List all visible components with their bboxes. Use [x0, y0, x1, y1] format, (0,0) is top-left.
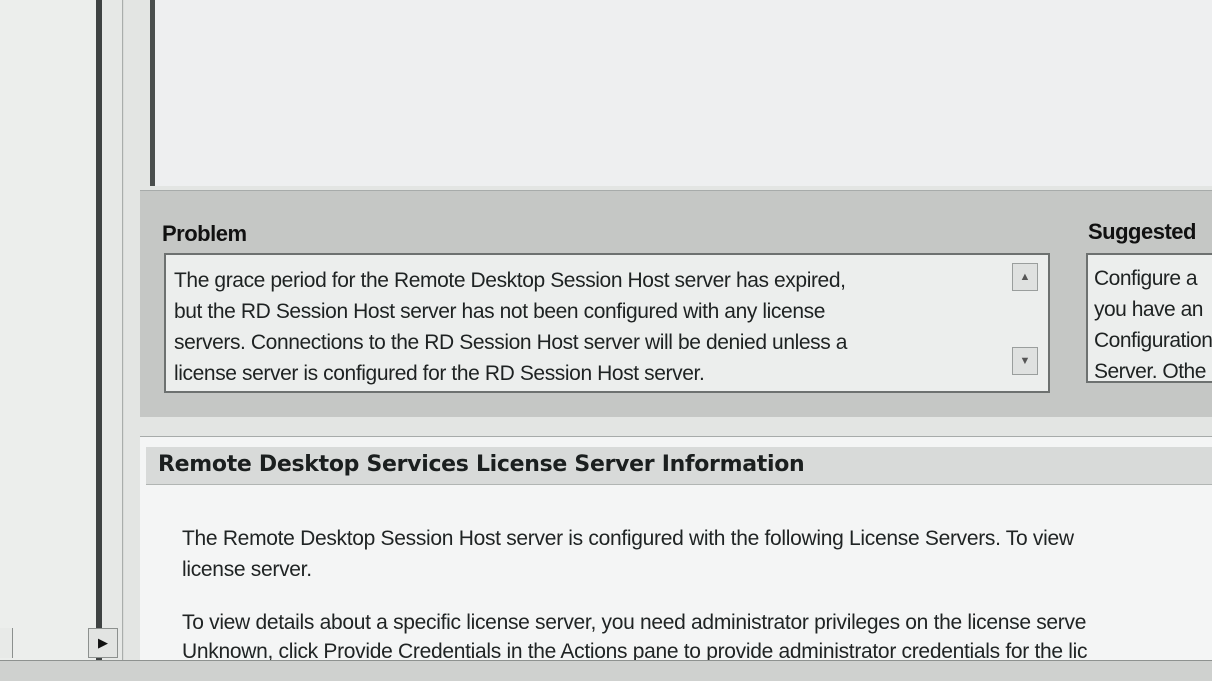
license-server-info-title: Remote Desktop Services License Server I…: [146, 447, 1212, 485]
problem-line: The grace period for the Remote Desktop …: [174, 269, 846, 292]
problem-line: servers. Connections to the RD Session H…: [174, 331, 848, 354]
problem-area: Problem The grace period for the Remote …: [140, 190, 1212, 417]
details-list-panel: [150, 0, 1212, 186]
problem-heading: Problem: [162, 221, 247, 246]
status-strip: [0, 660, 1212, 681]
suggested-line: Configure a: [1094, 267, 1198, 290]
scroll-right-button[interactable]: ▶: [88, 628, 118, 658]
suggested-line: Configuration: [1094, 329, 1212, 352]
scroll-down-arrow-icon: ▼: [1019, 355, 1031, 367]
license-server-info-section: Remote Desktop Services License Server I…: [140, 436, 1212, 663]
suggested-line: you have an: [1094, 298, 1203, 321]
horizontal-scrollbar-track[interactable]: [0, 628, 13, 658]
suggested-action-heading: Suggested: [1088, 219, 1196, 244]
problem-line: license server is configured for the RD …: [174, 362, 705, 385]
info-paragraph-line: The Remote Desktop Session Host server i…: [182, 527, 1074, 550]
scroll-down-button[interactable]: ▼: [1012, 347, 1038, 375]
navigation-pane: [0, 0, 97, 662]
pane-border: [102, 0, 123, 662]
problem-textbox[interactable]: The grace period for the Remote Desktop …: [164, 253, 1050, 393]
scroll-up-arrow-icon: ▲: [1019, 271, 1031, 283]
scroll-right-arrow-icon: ▶: [98, 635, 108, 650]
suggested-line: Server. Othe: [1094, 360, 1206, 383]
problem-line: but the RD Session Host server has not b…: [174, 300, 825, 323]
info-paragraph-line: To view details about a specific license…: [182, 611, 1087, 634]
scroll-up-button[interactable]: ▲: [1012, 263, 1038, 291]
main-content: Problem The grace period for the Remote …: [124, 0, 1212, 663]
info-paragraph-line: license server.: [182, 558, 312, 581]
suggested-action-textbox[interactable]: Configure a you have an Configuration Se…: [1086, 253, 1212, 383]
